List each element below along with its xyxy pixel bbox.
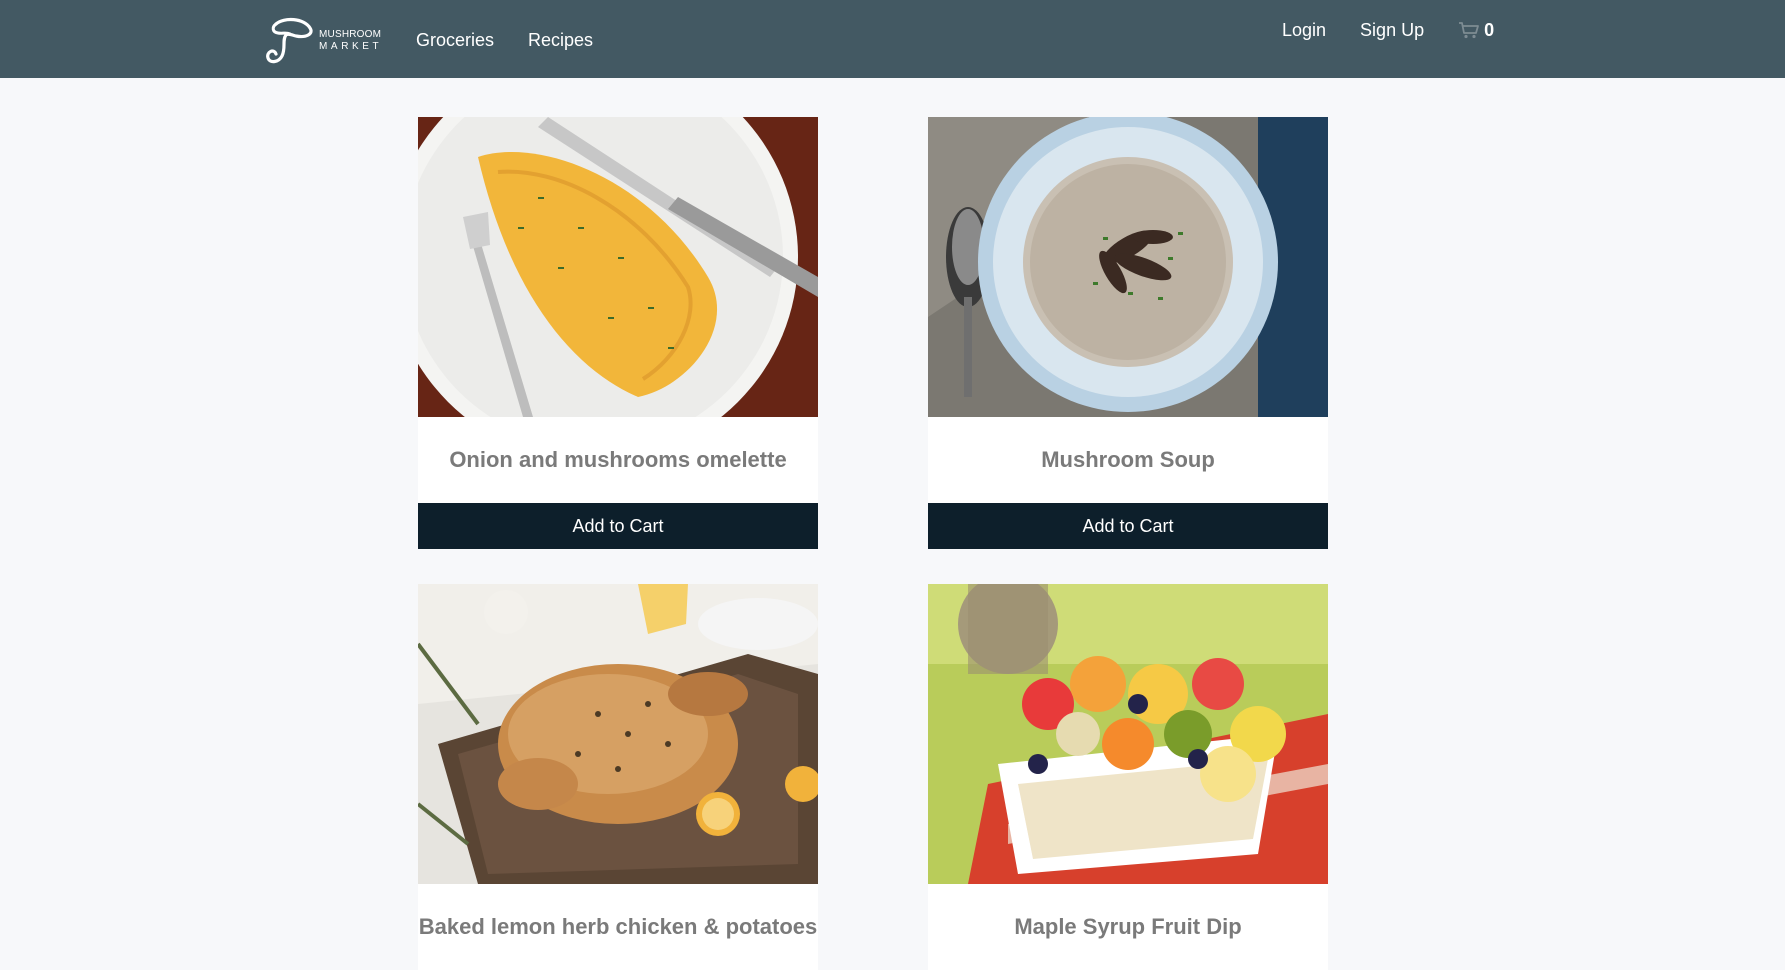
nav-groceries-link[interactable]: Groceries — [416, 30, 494, 51]
account-nav: Login Sign Up 0 — [1282, 0, 1494, 60]
recipe-title: Mushroom Soup — [1041, 447, 1215, 472]
add-to-cart-button[interactable]: Add to Cart — [928, 503, 1328, 549]
mushroom-soup-photo[interactable] — [928, 117, 1328, 417]
main-nav: Groceries Recipes — [416, 0, 593, 80]
recipe-card: Mushroom Soup Add to Cart — [928, 117, 1328, 549]
cart-count: 0 — [1484, 19, 1495, 40]
brand-line1: MUSHROOM — [319, 28, 382, 40]
omelette-photo[interactable] — [418, 117, 818, 417]
recipe-card: Baked lemon herb chicken & potatoes — [418, 584, 818, 970]
brand-wordmark: MUSHROOM MARKET — [319, 29, 382, 54]
recipe-title: Onion and mushrooms omelette — [449, 447, 787, 472]
shopping-cart-icon — [1459, 22, 1479, 39]
recipe-title: Maple Syrup Fruit Dip — [1014, 914, 1242, 939]
nav-recipes-link[interactable]: Recipes — [528, 30, 593, 51]
login-link[interactable]: Login — [1282, 20, 1326, 41]
signup-link[interactable]: Sign Up — [1360, 20, 1424, 41]
fruit-dip-photo[interactable] — [928, 584, 1328, 884]
brand-line2: MARKET — [319, 41, 383, 52]
add-to-cart-button[interactable]: Add to Cart — [418, 503, 818, 549]
cart-button[interactable]: 0 — [1458, 20, 1494, 41]
roast-chicken-photo[interactable] — [418, 584, 818, 884]
recipe-card: Onion and mushrooms omelette Add to Cart — [418, 117, 818, 549]
brand-logo[interactable]: MUSHROOM MARKET — [262, 14, 392, 68]
top-navbar: MUSHROOM MARKET Groceries Recipes Login … — [0, 0, 1785, 78]
recipe-title: Baked lemon herb chicken & potatoes — [418, 914, 818, 939]
mushroom-logo-icon — [266, 17, 313, 64]
recipe-card: Maple Syrup Fruit Dip — [928, 584, 1328, 970]
